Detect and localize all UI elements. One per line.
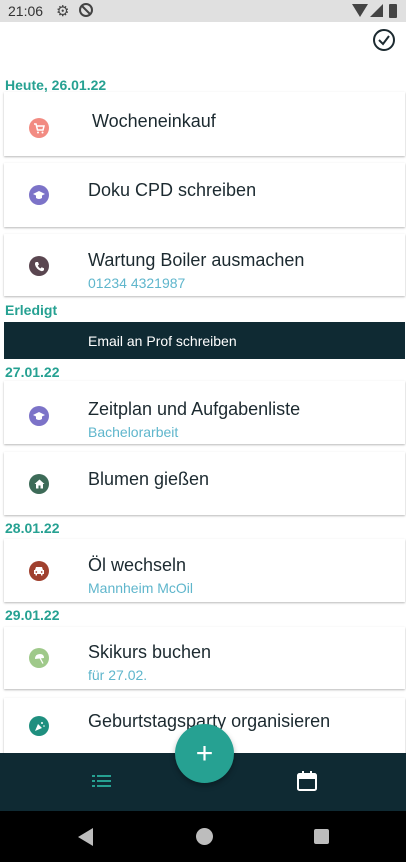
section-header-27-01-22: 27.01.22 [5,364,60,380]
car-icon [29,561,49,581]
section-header-28-01-22: 28.01.22 [5,520,60,536]
task-card-blumen[interactable]: Blumen gießen [4,452,405,515]
task-card-skikurs[interactable]: Skikurs buchen für 27.02. [4,627,405,689]
battery-icon [389,4,397,18]
section-header-29-01-22: 29.01.22 [5,607,60,623]
list-icon[interactable] [92,773,112,789]
home-icon [29,474,49,494]
graduation-cap-icon [29,185,49,205]
gear-icon: ⚙ [56,3,70,20]
beach-umbrella-icon [29,648,49,668]
section-header-today: Heute, 26.01.22 [5,77,107,93]
task-card-oel-wechseln[interactable]: Öl wechseln Mannheim McOil [4,539,405,602]
phone-icon [29,256,49,276]
graduation-cap-icon [29,406,49,426]
wifi-icon [352,4,368,17]
task-title: Wartung Boiler ausmachen [88,250,305,270]
task-card-wartung-boiler[interactable]: Wartung Boiler ausmachen 01234 4321987 [4,234,405,296]
done-task-email-prof[interactable]: Email an Prof schreiben [4,322,405,359]
task-title: Zeitplan und Aufgabenliste [88,399,301,419]
party-popper-icon [29,716,49,736]
add-task-button[interactable]: + [175,724,234,783]
back-icon[interactable] [78,828,93,846]
task-card-doku-cpd[interactable]: Doku CPD schreiben [4,163,405,227]
check-circle-icon[interactable] [373,29,395,51]
task-card-zeitplan[interactable]: Zeitplan und Aufgabenliste Bachelorarbei… [4,381,405,444]
shopping-cart-icon [29,118,49,138]
do-not-disturb-icon [79,3,93,17]
signal-icon [370,4,383,17]
home-button-icon[interactable] [196,828,213,845]
task-title: Doku CPD schreiben [88,180,257,200]
task-title: Öl wechseln [88,555,187,575]
task-subtitle: Bachelorarbeit [88,424,179,440]
section-header-done: Erledigt [5,302,58,318]
calendar-icon[interactable] [296,770,318,792]
status-bar: 21:06 ⚙ [0,0,406,22]
done-task-title: Email an Prof schreiben [88,333,237,349]
task-subtitle: 01234 4321987 [88,275,186,291]
task-subtitle: für 27.02. [88,667,148,683]
task-title: Skikurs buchen [88,642,212,662]
status-time: 21:06 [8,3,44,19]
task-subtitle: Mannheim McOil [88,580,194,596]
task-title: Wocheneinkauf [92,111,216,131]
system-navigation-bar [0,811,406,862]
task-card-wocheneinkauf[interactable]: Wocheneinkauf [4,92,405,156]
recent-apps-icon[interactable] [314,829,329,844]
task-title: Blumen gießen [88,469,210,489]
